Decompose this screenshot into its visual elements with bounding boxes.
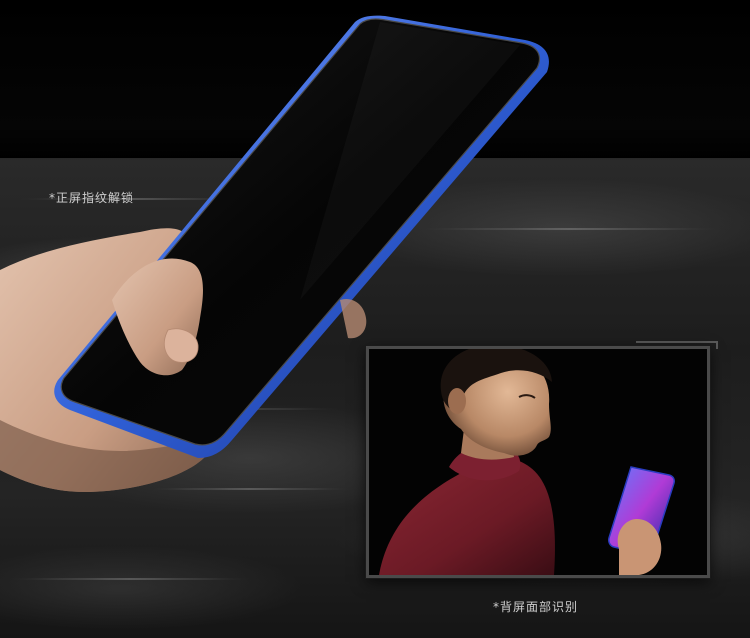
index-finger	[340, 298, 367, 339]
face-recognition-caption: *背屏面部识别	[493, 600, 579, 614]
ear	[448, 388, 466, 414]
portrait-photo-frame	[366, 346, 710, 578]
promo-page: *正屏指纹解锁 *背屏面部识别	[0, 0, 750, 638]
man-looking-at-phone	[369, 349, 707, 575]
fingerprint-caption: *正屏指纹解锁	[49, 191, 135, 205]
